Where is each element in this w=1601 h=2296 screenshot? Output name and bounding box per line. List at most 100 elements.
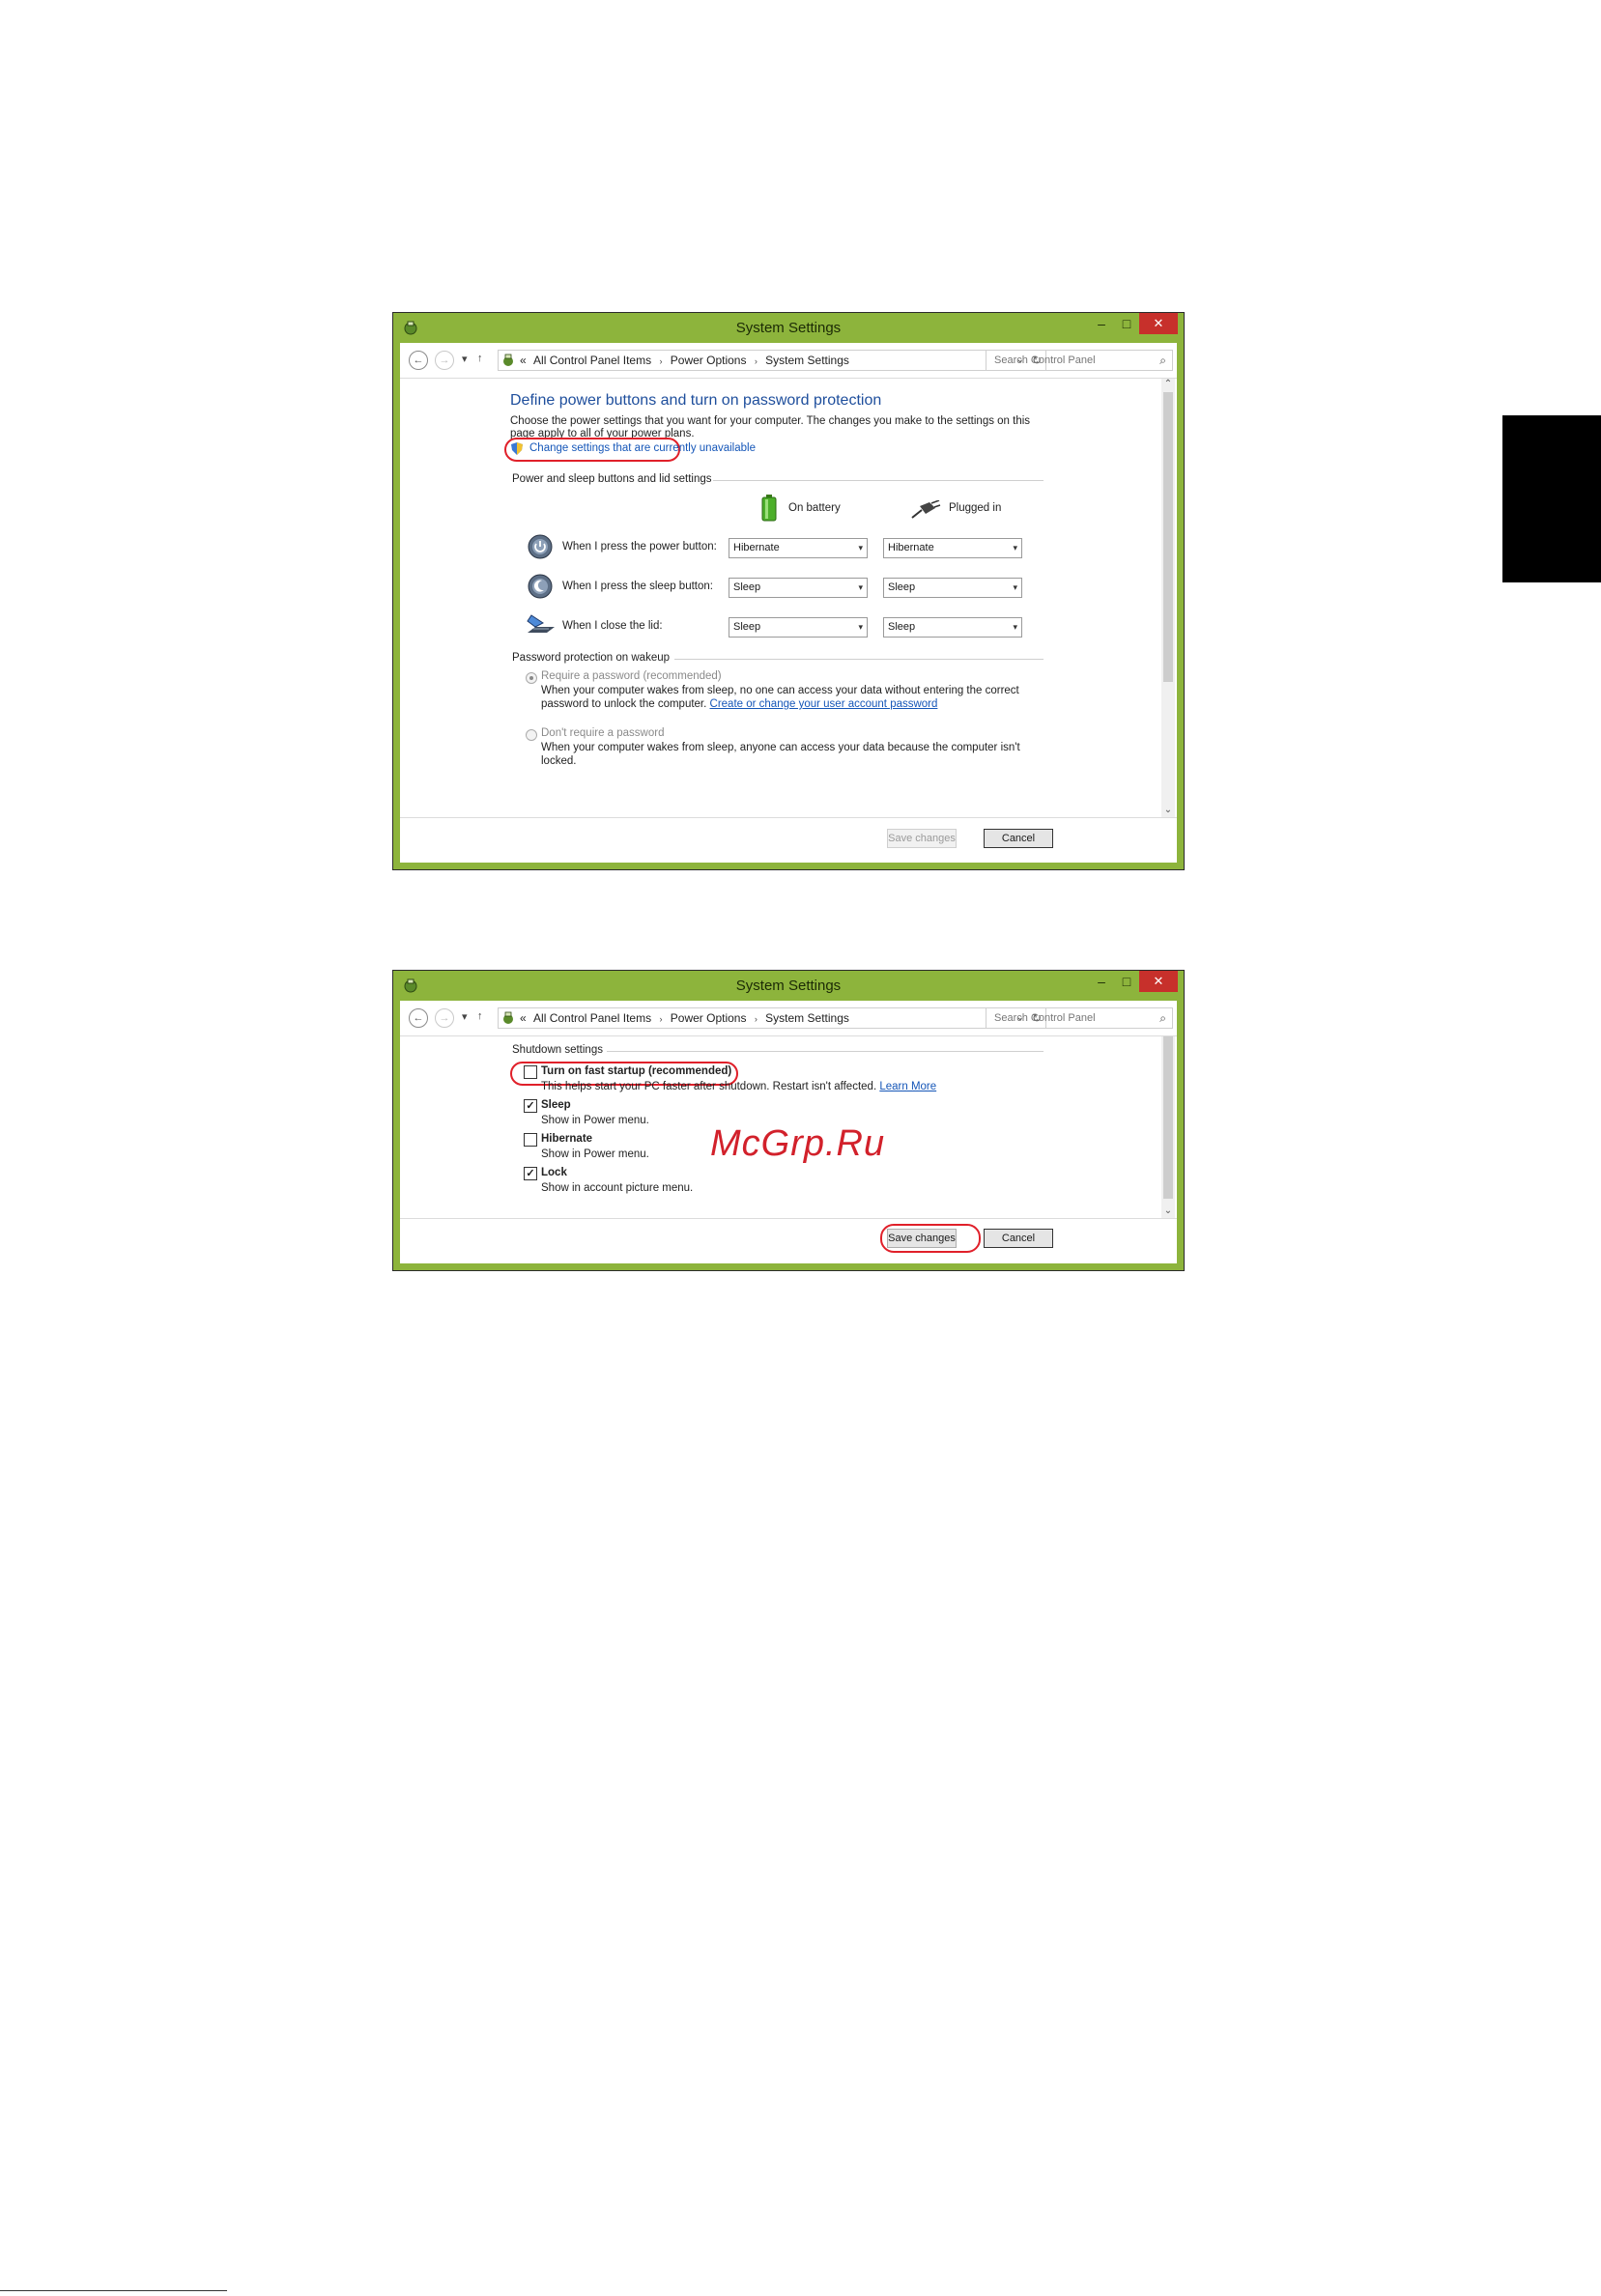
search-icon[interactable]: ⌕	[1159, 1008, 1166, 1028]
recent-pages-chevron-icon[interactable]: ▾	[462, 353, 468, 365]
title-bar[interactable]: System Settings – □ ✕	[393, 971, 1184, 1000]
address-bar[interactable]: « All Control Panel Items › Power Option…	[498, 350, 1046, 371]
sleep-checkbox[interactable]: ✓	[524, 1099, 537, 1113]
column-on-battery: On battery	[788, 502, 841, 514]
vertical-scrollbar[interactable]: ⌃ ⌄	[1161, 379, 1175, 817]
dont-require-password-radio[interactable]	[526, 729, 537, 741]
title-bar[interactable]: System Settings – □ ✕	[393, 313, 1184, 342]
minimize-button[interactable]: –	[1089, 971, 1114, 992]
close-button[interactable]: ✕	[1139, 971, 1178, 992]
dont-require-password-desc-2: locked.	[541, 755, 577, 767]
chevron-down-icon: ▾	[858, 582, 863, 592]
password-section-header: Password protection on wakeup	[512, 652, 1044, 664]
chapter-side-tab	[1502, 415, 1601, 582]
chevron-down-icon: ▾	[1013, 582, 1017, 592]
scrollbar-thumb[interactable]	[1163, 392, 1173, 682]
breadcrumb-power-options[interactable]: Power Options	[671, 1011, 747, 1025]
require-password-label: Require a password (recommended)	[541, 670, 722, 682]
search-icon[interactable]: ⌕	[1159, 351, 1166, 370]
close-lid-plugged-in-select[interactable]: Sleep ▾	[883, 617, 1022, 638]
require-password-desc-1: When your computer wakes from sleep, no …	[541, 685, 1019, 696]
power-button-on-battery-select[interactable]: Hibernate ▾	[729, 538, 868, 558]
search-input[interactable]: Search Control Panel ⌕	[986, 350, 1173, 371]
hibernate-option-desc: Show in Power menu.	[541, 1148, 649, 1160]
breadcrumb-all-control-panel-items[interactable]: All Control Panel Items	[533, 354, 651, 367]
system-settings-window-1: System Settings – □ ✕ ← → ▾ ↑ « All Cont…	[392, 312, 1185, 870]
section-divider	[674, 659, 1044, 660]
lock-option-desc: Show in account picture menu.	[541, 1182, 694, 1194]
require-password-radio[interactable]	[526, 672, 537, 684]
scroll-up-arrow-icon[interactable]: ⌃	[1161, 379, 1175, 389]
shield-icon	[511, 442, 523, 455]
hibernate-checkbox[interactable]	[524, 1133, 537, 1147]
shutdown-section-header: Shutdown settings	[512, 1044, 1044, 1056]
search-placeholder: Search Control Panel	[994, 1012, 1096, 1024]
window-title: System Settings	[735, 978, 842, 994]
control-panel-icon	[503, 1011, 513, 1024]
breadcrumb-system-settings[interactable]: System Settings	[765, 354, 849, 367]
dont-require-password-label: Don't require a password	[541, 727, 665, 739]
watermark: McGrp.Ru	[710, 1123, 886, 1164]
forward-arrow-icon[interactable]: →	[435, 351, 454, 370]
close-lid-on-battery-select[interactable]: Sleep ▾	[729, 617, 868, 638]
require-password-desc-2: password to unlock the computer. Create …	[541, 698, 938, 710]
breadcrumb-all-control-panel-items[interactable]: All Control Panel Items	[533, 1011, 651, 1025]
section-divider	[713, 480, 1044, 481]
power-button-plugged-in-select[interactable]: Hibernate ▾	[883, 538, 1022, 558]
navigation-bar: ← → ▾ ↑ « All Control Panel Items › Powe…	[400, 1001, 1177, 1036]
sleep-button-label: When I press the sleep button:	[562, 581, 713, 592]
address-prefix: «	[520, 1011, 527, 1025]
sleep-button-on-battery-select[interactable]: Sleep ▾	[729, 578, 868, 598]
sleep-button-icon	[528, 574, 553, 599]
breadcrumb-separator: ›	[659, 356, 663, 366]
up-arrow-icon[interactable]: ↑	[477, 353, 483, 364]
cancel-button[interactable]: Cancel	[984, 1229, 1053, 1248]
breadcrumb-separator: ›	[754, 356, 758, 366]
search-placeholder: Search Control Panel	[994, 354, 1096, 366]
vertical-scrollbar[interactable]: ⌄	[1161, 1036, 1175, 1218]
minimize-button[interactable]: –	[1089, 313, 1114, 334]
close-button[interactable]: ✕	[1139, 313, 1178, 334]
window-title: System Settings	[735, 320, 842, 336]
sleep-button-plugged-in-select[interactable]: Sleep ▾	[883, 578, 1022, 598]
forward-arrow-icon[interactable]: →	[435, 1008, 454, 1028]
address-bar[interactable]: « All Control Panel Items › Power Option…	[498, 1007, 1046, 1029]
save-changes-button[interactable]: Save changes	[887, 1229, 957, 1248]
lock-checkbox[interactable]: ✓	[524, 1167, 537, 1180]
chevron-down-icon: ▾	[858, 543, 863, 553]
system-settings-window-2: System Settings – □ ✕ ← → ▾ ↑ « All Cont…	[392, 970, 1185, 1271]
window-client-area: ← → ▾ ↑ « All Control Panel Items › Powe…	[400, 343, 1177, 863]
maximize-button[interactable]: □	[1114, 313, 1139, 334]
breadcrumb-system-settings[interactable]: System Settings	[765, 1011, 849, 1025]
chevron-down-icon: ▾	[1013, 543, 1017, 553]
address-prefix: «	[520, 354, 527, 367]
intro-text-line-1: Choose the power settings that you want …	[510, 415, 1031, 427]
fast-startup-desc: This helps start your PC faster after sh…	[541, 1081, 937, 1092]
scrollbar-thumb[interactable]	[1163, 1036, 1173, 1199]
search-input[interactable]: Search Control Panel ⌕	[986, 1007, 1173, 1029]
cancel-button[interactable]: Cancel	[984, 829, 1053, 848]
hibernate-option-label: Hibernate	[541, 1133, 593, 1145]
power-button-label: When I press the power button:	[562, 541, 717, 553]
section-divider	[607, 1051, 1044, 1052]
power-section-title: Power and sleep buttons and lid settings	[512, 473, 712, 485]
dialog-footer: Save changes Cancel	[400, 1218, 1177, 1263]
up-arrow-icon[interactable]: ↑	[477, 1010, 483, 1022]
save-changes-button[interactable]: Save changes	[887, 829, 957, 848]
recent-pages-chevron-icon[interactable]: ▾	[462, 1010, 468, 1023]
back-arrow-icon[interactable]: ←	[409, 1008, 428, 1028]
power-button-icon	[528, 534, 553, 559]
maximize-button[interactable]: □	[1114, 971, 1139, 992]
password-section-title: Password protection on wakeup	[512, 652, 671, 664]
back-arrow-icon[interactable]: ←	[409, 351, 428, 370]
fast-startup-checkbox[interactable]	[524, 1065, 537, 1079]
power-section-header: Power and sleep buttons and lid settings	[512, 473, 1044, 485]
learn-more-link[interactable]: Learn More	[879, 1081, 936, 1092]
scroll-down-arrow-icon[interactable]: ⌄	[1161, 1205, 1175, 1216]
sleep-option-label: Sleep	[541, 1099, 571, 1111]
sleep-option-desc: Show in Power menu.	[541, 1115, 649, 1126]
create-password-link[interactable]: Create or change your user account passw…	[710, 698, 938, 710]
breadcrumb-power-options[interactable]: Power Options	[671, 354, 747, 367]
scroll-down-arrow-icon[interactable]: ⌄	[1161, 805, 1175, 815]
change-settings-link[interactable]: Change settings that are currently unava…	[529, 442, 756, 454]
